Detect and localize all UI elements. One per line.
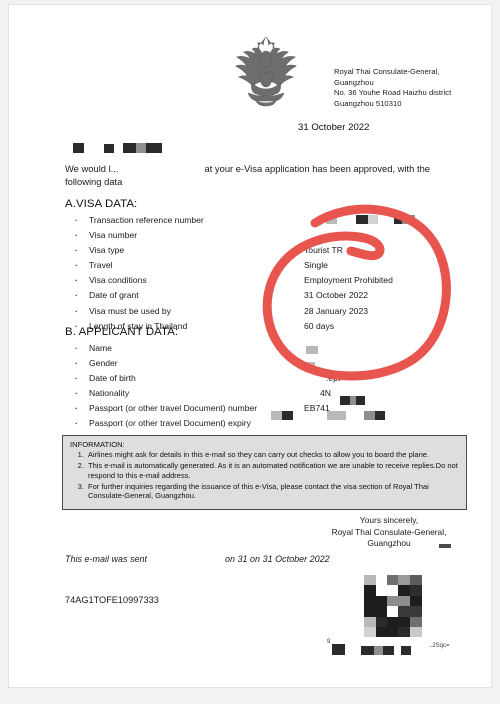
applicant-label-nationality: Nationality xyxy=(75,386,257,401)
visa-data-labels: Transaction reference number Visa number… xyxy=(75,213,204,334)
visa-value-travel: Single xyxy=(304,260,328,271)
visa-label-visa-number: Visa number xyxy=(75,228,204,243)
issuer-address: Royal Thai Consulate-General, Guangzhou … xyxy=(334,67,451,109)
visa-label-travel: Travel xyxy=(75,258,204,273)
information-item: Airlines might ask for details in this e… xyxy=(86,450,466,460)
visa-value-visa-type: Tourist TR xyxy=(304,245,343,256)
applicant-label-name: Name xyxy=(75,341,257,356)
redaction-block-name-5 xyxy=(146,143,162,153)
information-heading: INFORMATION: xyxy=(70,440,125,449)
visa-value-length-of-stay: 60 days xyxy=(304,320,335,331)
redaction-block-closing xyxy=(439,544,451,548)
reference-code: 74AG1TOFE10997333 xyxy=(65,595,159,605)
information-list: Airlines might ask for details in this e… xyxy=(70,450,466,502)
visa-value-date-of-grant: 31 October 2022 xyxy=(304,290,369,301)
applicant-value-date-of-birth: .ept xyxy=(326,373,341,384)
footer-mark-right: ..2Sqc= xyxy=(429,643,450,649)
visa-label-must-be-used-by: Visa must be used by xyxy=(75,304,204,319)
salutation: We would l... at your e-Visa application … xyxy=(65,162,455,188)
issuer-address-line-3: No. 36 Youhe Road Haizhu district xyxy=(334,88,452,98)
visa-value-visa-conditions: Employment Prohibited xyxy=(304,275,393,286)
sent-notice-suffix: on 31 on 31 October 2022 xyxy=(225,554,330,564)
sent-notice: This e-mail was sent on 31 on 31 October … xyxy=(65,554,330,564)
visa-approval-letter: Royal Thai Consulate-General, Guangzhou … xyxy=(8,4,492,688)
information-item: For further inquiries regarding the issu… xyxy=(86,482,466,501)
redaction-block-txn-2 xyxy=(356,215,368,224)
salutation-suffix: at your e-Visa application has been appr… xyxy=(65,163,430,187)
visa-label-visa-type: Visa type xyxy=(75,243,204,258)
redaction-block-name-3 xyxy=(123,143,136,153)
redaction-block-name-4 xyxy=(136,143,146,153)
issuer-address-line-4: Guangzhou 510310 xyxy=(334,98,402,108)
closing-line-2: Royal Thai Consulate-General, xyxy=(331,526,447,537)
applicant-value-nationality: 4N xyxy=(320,388,331,399)
document-page: Royal Thai Consulate-General, Guangzhou … xyxy=(0,0,500,704)
visa-value-transaction-ref xyxy=(304,213,393,228)
redaction-block-name-2 xyxy=(104,144,114,153)
redaction-block-footer-4 xyxy=(383,646,394,655)
redaction-block-expiry-4 xyxy=(364,411,375,420)
information-box: INFORMATION: Airlines might ask for deta… xyxy=(62,435,467,510)
visa-value-visa-number xyxy=(304,228,393,243)
redaction-block-footer-5 xyxy=(401,646,411,655)
redaction-block-txn-4 xyxy=(394,215,402,224)
visa-data-values: Tourist TR Single Employment Prohibited … xyxy=(304,213,393,334)
redaction-block-expiry-1 xyxy=(271,411,282,420)
redaction-block-footer-3 xyxy=(374,646,383,655)
applicant-label-date-of-birth: Date of birth xyxy=(75,371,257,386)
applicant-data-title: B. APPLICANT DATA: xyxy=(65,326,179,338)
redaction-block-name-1 xyxy=(73,143,84,153)
redaction-block-footer-2 xyxy=(361,646,374,655)
qr-code-redacted xyxy=(364,575,422,637)
redaction-block-footer-1 xyxy=(332,644,345,655)
issuer-address-line-2: Guangzhou xyxy=(334,77,374,87)
redaction-block-txn-5 xyxy=(402,215,415,224)
issuer-address-line-1: Royal Thai Consulate-General, xyxy=(334,67,440,76)
closing-line-1: Yours sincerely, xyxy=(359,515,419,525)
redaction-block-expiry-2 xyxy=(282,411,293,420)
redaction-block-name-value xyxy=(306,346,318,354)
redaction-block-expiry-5 xyxy=(375,411,385,420)
visa-label-date-of-grant: Date of grant xyxy=(75,288,204,303)
visa-value-must-be-used-by: 28 January 2023 xyxy=(304,305,369,316)
redaction-block-txn-1 xyxy=(326,215,337,224)
redaction-block-passport-number-3 xyxy=(356,396,365,405)
sent-notice-prefix: This e-mail was sent xyxy=(65,554,148,564)
thai-garuda-emblem xyxy=(226,29,306,113)
redaction-block-expiry-3 xyxy=(327,411,346,420)
applicant-label-gender: Gender xyxy=(75,356,257,371)
visa-data-title: A.VISA DATA: xyxy=(65,198,138,210)
visa-label-visa-conditions: Visa conditions xyxy=(75,273,204,288)
issue-date: 31 October 2022 xyxy=(298,122,370,133)
information-item: This e-mail is automatically generated. … xyxy=(86,461,466,480)
footer-mark-left: 9 xyxy=(327,639,331,645)
applicant-label-passport-expiry: Passport (or other travel Document) expi… xyxy=(75,416,257,431)
applicant-data-labels: Name Gender Date of birth Nationality Pa… xyxy=(75,341,257,432)
salutation-prefix: We would l... xyxy=(65,163,119,174)
redaction-block-gender-value xyxy=(305,362,315,370)
redaction-block-txn-3 xyxy=(368,215,378,224)
applicant-label-passport-number: Passport (or other travel Document) numb… xyxy=(75,401,257,416)
redaction-block-passport-number xyxy=(340,396,350,405)
visa-label-transaction-ref: Transaction reference number xyxy=(75,213,204,228)
